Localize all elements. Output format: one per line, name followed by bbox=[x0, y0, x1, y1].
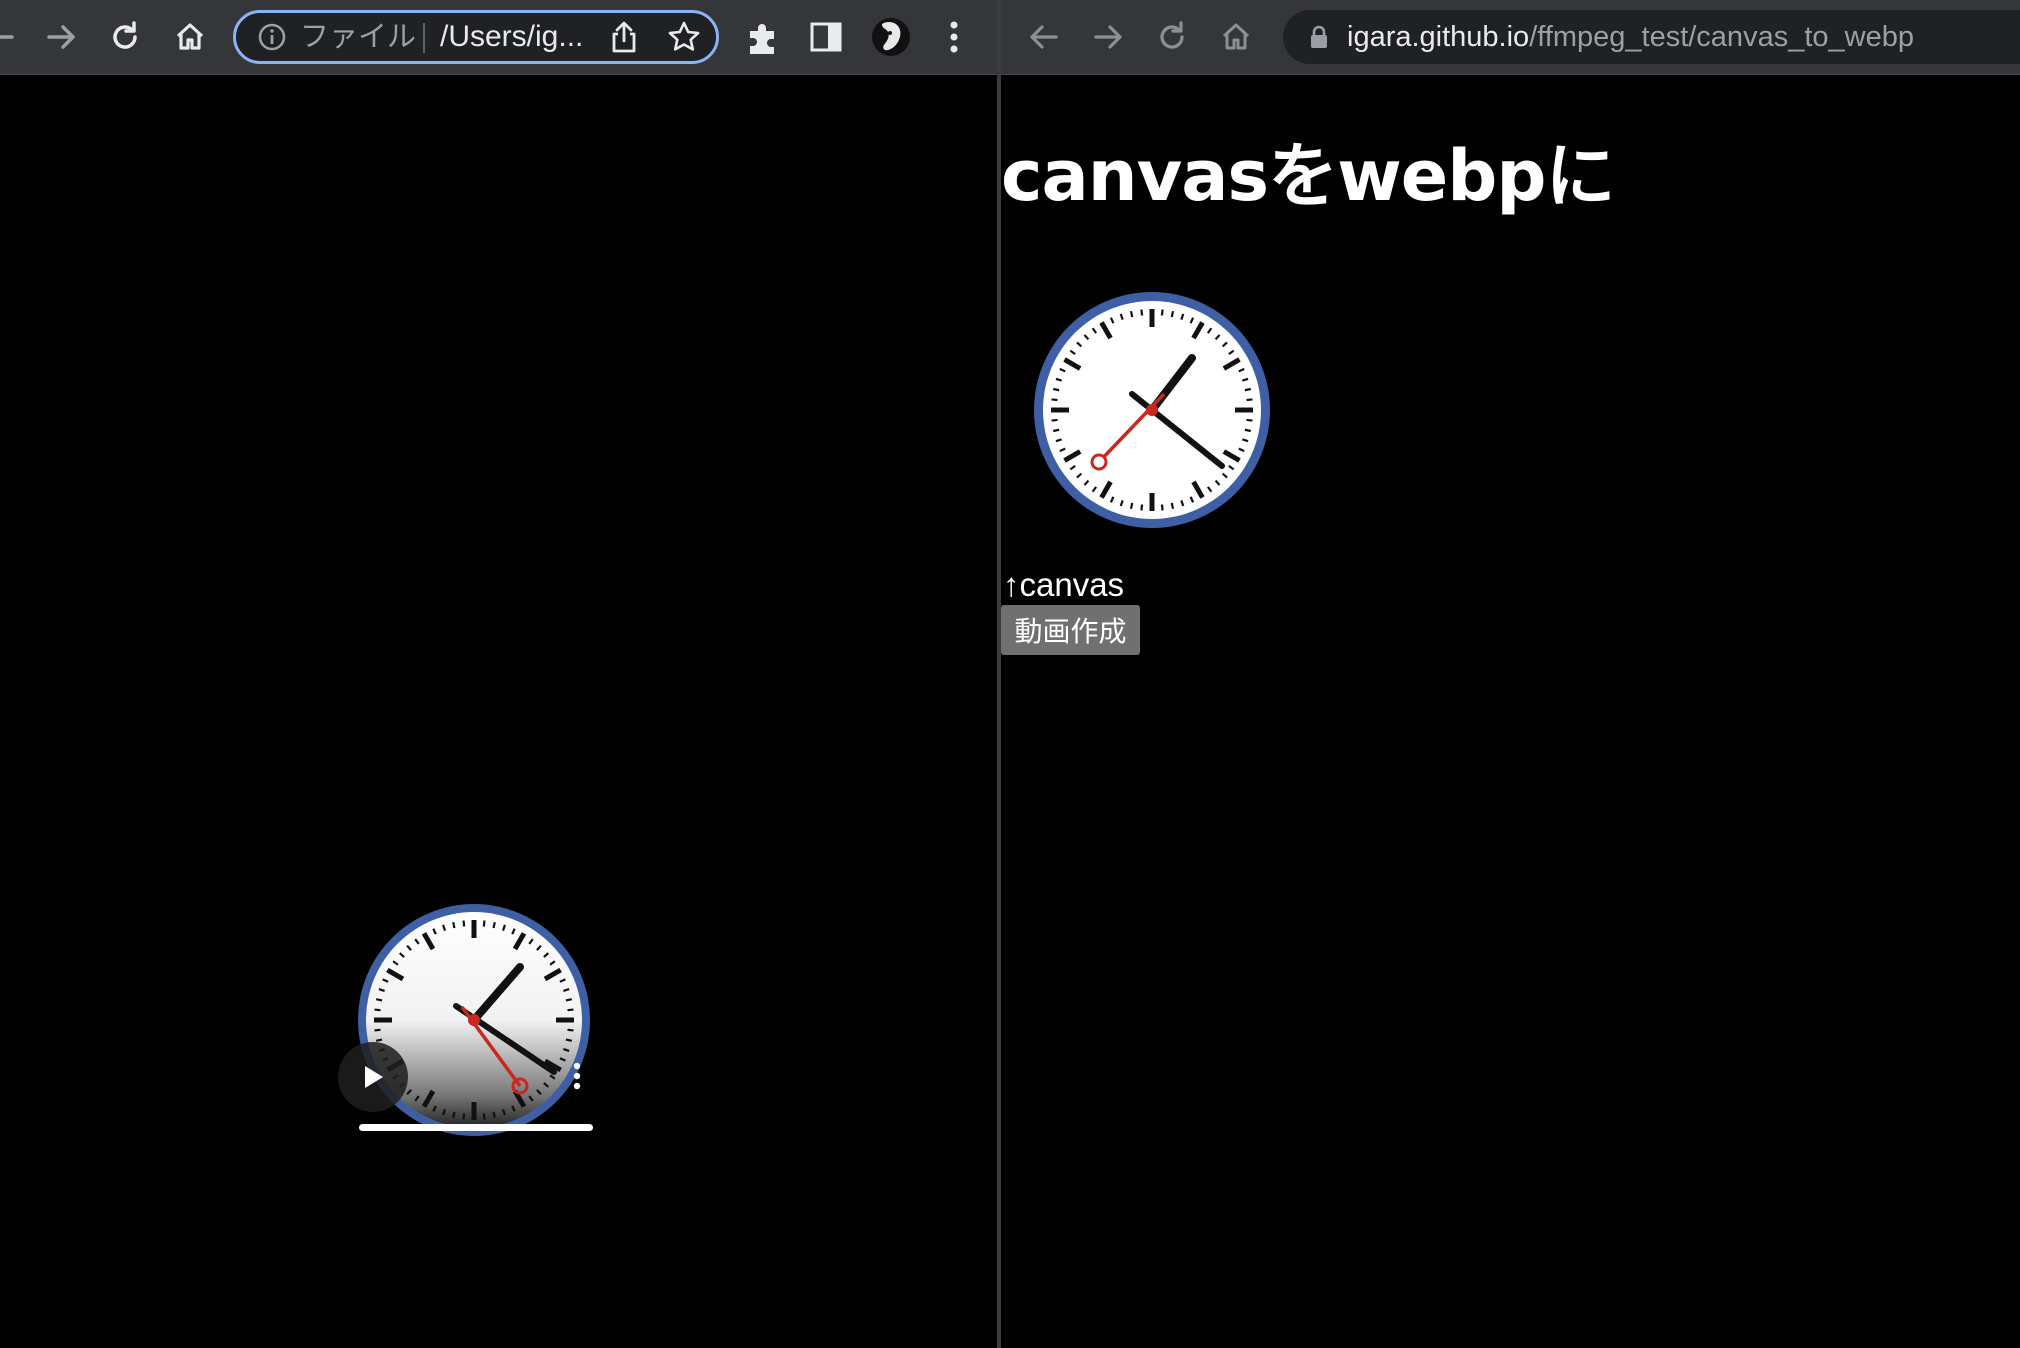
url-text[interactable]: igara.github.io/ffmpeg_test/canvas_to_we… bbox=[1347, 13, 1914, 61]
left-browser-window: ファイル /Users/ig... bbox=[0, 0, 997, 1348]
extensions-button[interactable] bbox=[737, 11, 789, 63]
play-button[interactable] bbox=[338, 1042, 408, 1112]
back-icon bbox=[1030, 25, 1058, 49]
home-button[interactable] bbox=[1210, 11, 1262, 63]
left-toolbar: ファイル /Users/ig... bbox=[0, 0, 997, 75]
clock-minute-tick bbox=[374, 1028, 381, 1032]
address-bar[interactable]: ファイル /Users/ig... bbox=[233, 10, 719, 64]
right-toolbar: igara.github.io/ffmpeg_test/canvas_to_we… bbox=[1001, 0, 2020, 75]
clock-minute-tick bbox=[567, 1008, 574, 1012]
omnibox-separator bbox=[423, 23, 425, 53]
more-icon bbox=[573, 1062, 581, 1090]
clock-minute-tick bbox=[1052, 387, 1060, 392]
share-icon[interactable] bbox=[606, 19, 642, 55]
forward-button[interactable] bbox=[35, 11, 87, 63]
home-icon bbox=[176, 23, 204, 50]
clock-minute-tick bbox=[1160, 309, 1164, 316]
clock-minute-tick bbox=[482, 1113, 486, 1120]
back-button[interactable] bbox=[1018, 11, 1070, 63]
clock-minute-tick bbox=[375, 1038, 383, 1042]
video-progress-track[interactable] bbox=[359, 1124, 593, 1131]
side-panel-button[interactable] bbox=[800, 11, 852, 63]
clock-minute-tick bbox=[1170, 310, 1175, 318]
forward-button[interactable] bbox=[1082, 11, 1134, 63]
home-button[interactable] bbox=[164, 11, 216, 63]
url-path: /ffmpeg_test/canvas_to_webp bbox=[1529, 21, 1914, 53]
url-text[interactable]: /Users/ig... bbox=[440, 13, 583, 61]
address-bar[interactable]: igara.github.io/ffmpeg_test/canvas_to_we… bbox=[1283, 10, 2020, 64]
clock-minute-tick bbox=[374, 1008, 381, 1012]
clock-minute-tick bbox=[567, 1028, 574, 1032]
clock-minute-tick bbox=[462, 920, 466, 927]
clock-minute-tick bbox=[452, 1111, 456, 1119]
info-icon[interactable] bbox=[256, 21, 288, 53]
clock-minute-tick bbox=[565, 1038, 573, 1042]
clock-minute-tick bbox=[1140, 309, 1144, 316]
clock-minute-tick bbox=[462, 1113, 466, 1120]
url-host: igara.github.io bbox=[1347, 21, 1530, 53]
home-icon bbox=[1222, 23, 1250, 50]
forward-icon bbox=[47, 25, 75, 49]
play-icon bbox=[365, 1066, 383, 1088]
video-player[interactable] bbox=[338, 902, 594, 1142]
video-more-button[interactable] bbox=[570, 1060, 584, 1096]
clock-minute-tick bbox=[1051, 398, 1058, 402]
clock-minute-tick bbox=[1246, 418, 1253, 422]
clock-minute-tick bbox=[1160, 504, 1164, 511]
menu-button[interactable] bbox=[928, 11, 980, 63]
clock-minute-tick bbox=[1244, 428, 1252, 433]
back-icon bbox=[0, 35, 14, 39]
clock-minute-tick bbox=[375, 998, 383, 1002]
clock-minute-tick bbox=[1129, 310, 1134, 318]
clock-minute-tick bbox=[1052, 428, 1060, 433]
star-icon[interactable] bbox=[666, 19, 702, 55]
clock-minute-tick bbox=[1246, 398, 1253, 402]
reload-icon bbox=[1160, 21, 1184, 49]
page-heading: canvasをwebpに bbox=[1001, 135, 1615, 217]
profile-avatar-icon bbox=[872, 18, 910, 56]
profile-avatar-button[interactable] bbox=[865, 11, 917, 63]
clock-minute-tick bbox=[482, 920, 486, 927]
clock-minute-tick bbox=[1170, 502, 1175, 510]
clock-minute-tick bbox=[1140, 504, 1144, 511]
clock-minute-tick bbox=[565, 998, 573, 1002]
create-video-button[interactable]: 動画作成 bbox=[1001, 605, 1140, 655]
extensions-icon bbox=[750, 24, 774, 54]
forward-icon bbox=[1094, 25, 1122, 49]
canvas-caption: ↑canvas bbox=[1003, 566, 1125, 603]
file-scheme-label: ファイル bbox=[300, 21, 417, 53]
reload-icon bbox=[113, 21, 137, 49]
menu-icon bbox=[950, 21, 958, 53]
side-panel-icon bbox=[810, 22, 842, 52]
clock-minute-tick bbox=[1129, 502, 1134, 510]
clock-minute-tick bbox=[492, 1111, 496, 1119]
clock-minute-tick bbox=[1244, 387, 1252, 392]
clock-canvas bbox=[1034, 292, 1270, 528]
clock-minute-tick bbox=[1051, 418, 1058, 422]
video-progress-fill bbox=[359, 1124, 593, 1131]
reload-button[interactable] bbox=[99, 11, 151, 63]
clock-minute-tick bbox=[492, 921, 496, 929]
right-browser-window: igara.github.io/ffmpeg_test/canvas_to_we… bbox=[1001, 0, 2020, 1348]
back-button[interactable] bbox=[0, 11, 26, 63]
reload-button[interactable] bbox=[1146, 11, 1198, 63]
clock-minute-tick bbox=[452, 921, 456, 929]
lock-icon bbox=[1305, 22, 1333, 52]
